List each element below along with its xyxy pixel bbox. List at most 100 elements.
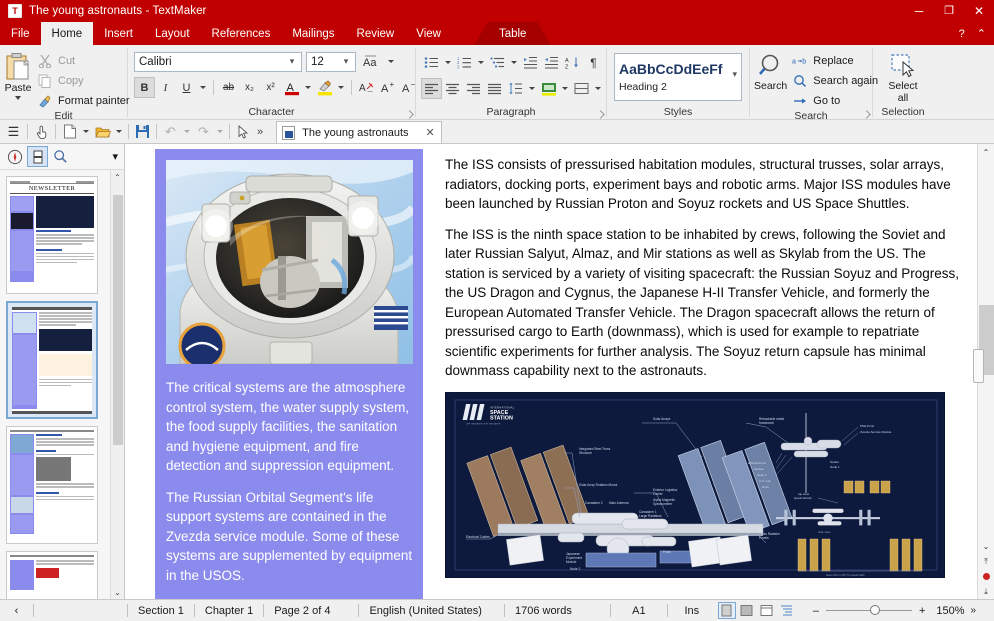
font-color-caret[interactable] bbox=[302, 77, 314, 98]
next-page-button[interactable]: ⤓ bbox=[978, 584, 994, 599]
underline-caret[interactable] bbox=[197, 77, 209, 98]
close-button[interactable]: ✕ bbox=[964, 0, 994, 22]
multilevel-list-button[interactable] bbox=[487, 52, 508, 73]
font-size-combo[interactable]: 12 ▾ bbox=[306, 52, 356, 72]
redo-caret[interactable] bbox=[214, 121, 226, 142]
show-marks-button[interactable]: ¶ bbox=[583, 52, 604, 73]
sidebar-scrollbar[interactable]: ⌃ ⌄ bbox=[110, 170, 124, 599]
strikethrough-button[interactable]: ab bbox=[218, 77, 239, 98]
sidebar-thumbnails-button[interactable] bbox=[27, 146, 48, 167]
paste-dropdown-caret[interactable] bbox=[15, 96, 21, 100]
change-case-button[interactable]: Aa bbox=[360, 51, 381, 72]
sort-button[interactable]: AZ bbox=[562, 52, 583, 73]
search-again-button[interactable]: Search again bbox=[789, 71, 883, 90]
iss-diagram-figure[interactable]: INTERNATIONAL SPACE STATION OFF THE EART… bbox=[445, 392, 945, 578]
document-tab[interactable]: The young astronauts ✕ bbox=[276, 121, 442, 143]
format-painter-button[interactable]: Format painter bbox=[34, 91, 135, 110]
view-multi-page-button[interactable] bbox=[738, 602, 756, 619]
split-view-handle[interactable] bbox=[973, 349, 984, 383]
highlight-button[interactable] bbox=[314, 77, 335, 98]
thumbnail-page-1[interactable]: NEWSLETTER bbox=[6, 176, 98, 294]
search-button[interactable]: Search bbox=[754, 50, 787, 92]
bullets-caret[interactable] bbox=[442, 52, 454, 73]
status-insert-mode[interactable]: Ins bbox=[668, 600, 716, 621]
scroll-up-button[interactable]: ⌃ bbox=[978, 144, 994, 160]
status-section[interactable]: Section 1 bbox=[128, 600, 194, 621]
ribbon-tab-file[interactable]: File bbox=[0, 22, 41, 45]
restore-button[interactable]: ❐ bbox=[934, 0, 964, 22]
status-cell-ref[interactable]: A1 bbox=[611, 600, 667, 621]
collapse-ribbon-button[interactable]: ⌃ bbox=[977, 27, 986, 40]
redo-button[interactable]: ↷ bbox=[193, 121, 214, 142]
pointer-button[interactable] bbox=[233, 121, 254, 142]
bullets-button[interactable] bbox=[421, 52, 442, 73]
undo-caret[interactable] bbox=[181, 121, 193, 142]
style-gallery[interactable]: AaBbCcDdEeFf Heading 2 ▾ bbox=[614, 53, 742, 101]
ribbon-tab-review[interactable]: Review bbox=[346, 22, 406, 45]
view-normal-button[interactable] bbox=[758, 602, 776, 619]
font-color-button[interactable]: A bbox=[281, 77, 302, 98]
view-page-layout-button[interactable] bbox=[718, 602, 736, 619]
ribbon-tab-table[interactable]: Table bbox=[488, 22, 538, 45]
new-document-caret[interactable] bbox=[80, 121, 92, 142]
numbering-button[interactable]: 123 bbox=[454, 52, 475, 73]
zoom-slider-knob[interactable] bbox=[870, 605, 880, 615]
status-page[interactable]: Page 2 of 4 bbox=[264, 600, 340, 621]
replace-button[interactable]: ab Replace bbox=[789, 51, 883, 70]
open-caret[interactable] bbox=[113, 121, 125, 142]
previous-page-button[interactable]: ⤒ bbox=[978, 554, 994, 569]
font-name-caret[interactable]: ▾ bbox=[285, 56, 299, 67]
style-gallery-caret[interactable]: ▾ bbox=[732, 69, 737, 80]
go-to-button[interactable]: Go to bbox=[789, 91, 883, 110]
bold-button[interactable]: B bbox=[134, 77, 155, 98]
status-chapter[interactable]: Chapter 1 bbox=[195, 600, 263, 621]
superscript-button[interactable]: x² bbox=[260, 77, 281, 98]
numbering-caret[interactable] bbox=[475, 52, 487, 73]
justify-button[interactable] bbox=[484, 78, 505, 99]
sidebar-scroll-thumb[interactable] bbox=[113, 195, 123, 445]
ribbon-tab-references[interactable]: References bbox=[201, 22, 282, 45]
borders-caret[interactable] bbox=[592, 78, 604, 99]
align-center-button[interactable] bbox=[442, 78, 463, 99]
browse-object-button[interactable] bbox=[978, 569, 994, 584]
decrease-indent-button[interactable] bbox=[541, 52, 562, 73]
thumbnail-page-4[interactable] bbox=[6, 551, 98, 599]
paste-button[interactable]: Paste bbox=[4, 50, 32, 100]
clear-formatting-button[interactable]: A bbox=[356, 77, 377, 98]
grow-font-button[interactable]: A+ bbox=[377, 77, 398, 98]
highlight-caret[interactable] bbox=[335, 77, 347, 98]
select-all-button[interactable]: Select all bbox=[877, 50, 929, 104]
ribbon-tab-mailings[interactable]: Mailings bbox=[281, 22, 345, 45]
sidebar-scroll-up[interactable]: ⌃ bbox=[111, 170, 125, 184]
ribbon-tab-view[interactable]: View bbox=[405, 22, 452, 45]
document-tab-close[interactable]: ✕ bbox=[426, 126, 435, 139]
align-right-button[interactable] bbox=[463, 78, 484, 99]
ribbon-tab-layout[interactable]: Layout bbox=[144, 22, 201, 45]
thumbnail-page-3[interactable] bbox=[6, 426, 98, 544]
cut-button[interactable]: Cut bbox=[34, 51, 135, 70]
multilevel-list-caret[interactable] bbox=[508, 52, 520, 73]
copy-button[interactable]: Copy bbox=[34, 71, 135, 90]
save-button[interactable] bbox=[132, 121, 153, 142]
underline-button[interactable]: U bbox=[176, 77, 197, 98]
font-size-caret[interactable]: ▾ bbox=[339, 56, 353, 67]
open-button[interactable] bbox=[92, 121, 113, 142]
shading-button[interactable] bbox=[538, 78, 559, 99]
h-scroll-left-button[interactable]: ‹ bbox=[0, 600, 33, 621]
change-case-caret[interactable] bbox=[385, 51, 397, 72]
document-canvas[interactable]: The critical systems are the atmosphere … bbox=[125, 144, 977, 599]
touch-mode-button[interactable] bbox=[31, 121, 52, 142]
undo-button[interactable]: ↶ bbox=[160, 121, 181, 142]
font-name-combo[interactable]: Calibri ▾ bbox=[134, 52, 302, 72]
thumbnail-page-2[interactable] bbox=[6, 301, 98, 419]
sidebar-navigation-button[interactable] bbox=[4, 146, 25, 167]
borders-button[interactable] bbox=[571, 78, 592, 99]
sidebar-scroll-down[interactable]: ⌄ bbox=[111, 585, 125, 599]
document-scrollbar[interactable]: ⌃ ⌄ ⤒ ⤓ bbox=[977, 144, 994, 599]
astronaut-photo[interactable] bbox=[166, 160, 413, 364]
ribbon-tab-home[interactable]: Home bbox=[41, 22, 94, 45]
sidebar-search-button[interactable] bbox=[50, 146, 71, 167]
status-overflow-button[interactable]: » bbox=[967, 600, 981, 621]
line-spacing-caret[interactable] bbox=[526, 78, 538, 99]
zoom-in-button[interactable]: + bbox=[912, 600, 932, 621]
